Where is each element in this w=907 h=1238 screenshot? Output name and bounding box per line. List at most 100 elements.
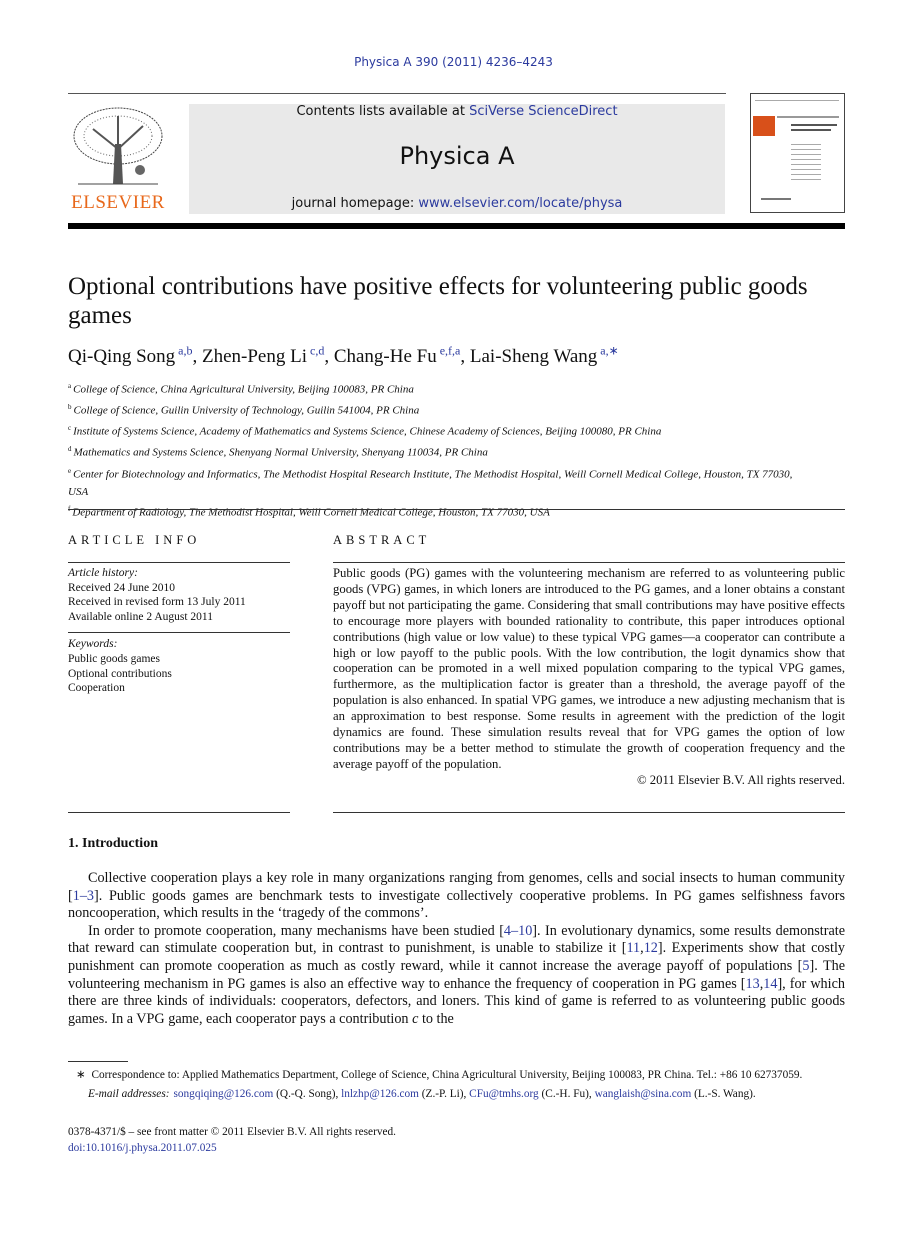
elsevier-logo: ELSEVIER <box>68 104 168 214</box>
contents-line: Contents lists available at SciVerse Sci… <box>189 104 725 119</box>
article-info-bottom-rule <box>68 812 290 813</box>
text-segment: to the <box>418 1010 454 1027</box>
email-addresses: E-mail addresses: songqiqing@126.com (Q.-… <box>68 1086 845 1102</box>
affiliation: a College of Science, China Agricultural … <box>68 378 808 399</box>
author-separator: , <box>324 346 334 368</box>
paragraph: Collective cooperation plays a key role … <box>68 870 845 923</box>
article-info-rule <box>68 562 290 563</box>
author-name: Qi-Qing Song <box>68 346 176 368</box>
homepage-prefix: journal homepage: <box>291 196 419 211</box>
footnote-rule <box>68 1061 128 1062</box>
affiliations: a College of Science, China Agricultural … <box>68 378 808 522</box>
header-thick-rule <box>68 223 845 229</box>
email-owner: (Z.-P. Li), <box>418 1088 470 1100</box>
history-received: Received 24 June 2010 <box>68 581 175 594</box>
affiliation-key: a <box>68 382 72 390</box>
homepage-line: journal homepage: www.elsevier.com/locat… <box>189 196 725 211</box>
affiliation-key: d <box>68 445 72 454</box>
paragraph: In order to promote cooperation, many me… <box>68 923 845 1029</box>
author-separator: , <box>192 346 202 368</box>
affiliation-text: Mathematics and Systems Science, Shenyan… <box>73 447 488 460</box>
journal-banner: Contents lists available at SciVerse Sci… <box>189 104 725 214</box>
author: Lai-Sheng Wang a,∗ <box>469 344 619 368</box>
abstract-text: Public goods (PG) games with the volunte… <box>333 566 845 771</box>
reference-link[interactable]: 5 <box>802 958 809 974</box>
journal-cover-thumbnail <box>750 93 845 213</box>
reference-link[interactable]: 12 <box>644 940 658 956</box>
author: Chang-He Fu e,f,a, <box>333 344 470 368</box>
star-mark: ∗ <box>76 1069 86 1081</box>
author-name: Zhen-Peng Li <box>201 346 307 368</box>
keywords-rule <box>68 632 290 634</box>
affiliation-text: Institute of Systems Science, Academy of… <box>73 425 662 438</box>
author-affiliation-marks[interactable]: a,∗ <box>600 344 618 358</box>
homepage-link[interactable]: www.elsevier.com/locate/physa <box>418 196 622 211</box>
front-matter-text: 0378-4371/$ – see front matter © 2011 El… <box>68 1126 396 1138</box>
email-link[interactable]: CFu@tmhs.org <box>469 1088 539 1100</box>
email-link[interactable]: songqiqing@126.com <box>173 1088 273 1100</box>
affiliation-text: College of Science, Guilin University of… <box>73 404 420 417</box>
author-separator: , <box>460 346 470 368</box>
keywords-label: Keywords: <box>68 638 118 651</box>
email-owner: (L.-S. Wang). <box>691 1088 756 1100</box>
tree-icon <box>68 104 168 192</box>
reference-link[interactable]: 4–10 <box>504 923 532 939</box>
abstract-heading: ABSTRACT <box>333 533 431 547</box>
email-owner: (C.-H. Fu), <box>538 1088 595 1100</box>
introduction-heading: 1. Introduction <box>68 836 158 851</box>
article-info-heading: ARTICLE INFO <box>68 533 201 547</box>
affiliation-text: College of Science, China Agricultural U… <box>73 383 414 396</box>
history-label: Article history: <box>68 567 138 579</box>
elsevier-wordmark: ELSEVIER <box>71 192 165 213</box>
correspondence-note: ∗ Correspondence to: Applied Mathematics … <box>68 1067 845 1083</box>
keyword: Cooperation <box>68 682 125 695</box>
abstract: Public goods (PG) games with the volunte… <box>333 566 845 789</box>
affiliation: c Institute of Systems Science, Academy o… <box>68 420 808 441</box>
affiliation: e Center for Biotechnology and Informatic… <box>68 463 808 502</box>
journal-name: Physica A <box>399 142 515 170</box>
author: Zhen-Peng Li c,d, <box>201 344 334 368</box>
front-matter: 0378-4371/$ – see front matter © 2011 El… <box>68 1124 396 1156</box>
email-label: E-mail addresses: <box>88 1088 170 1100</box>
abstract-bottom-rule <box>333 812 845 813</box>
article-title: Optional contributions have positive eff… <box>68 273 808 329</box>
reference-link[interactable]: 1–3 <box>73 888 94 904</box>
affiliation-key: b <box>68 403 72 412</box>
affiliation-key: e <box>68 466 72 475</box>
email-owner: (Q.-Q. Song), <box>273 1088 342 1100</box>
doi-link[interactable]: doi:10.1016/j.physa.2011.07.025 <box>68 1140 396 1156</box>
author-affiliation-marks[interactable]: e,f,a <box>440 344 461 358</box>
author-affiliation-marks[interactable]: a,b <box>178 344 192 358</box>
footnotes: ∗ Correspondence to: Applied Mathematics … <box>68 1067 845 1102</box>
affiliation-key: c <box>68 424 72 433</box>
introduction-body: Collective cooperation plays a key role … <box>68 870 845 1028</box>
history-revised: Received in revised form 13 July 2011 <box>68 596 246 609</box>
text-segment: ]. Public goods games are benchmark test… <box>68 887 845 922</box>
author-name: Lai-Sheng Wang <box>469 346 598 368</box>
abstract-rule <box>333 562 845 563</box>
email-link[interactable]: wanglaish@sina.com <box>595 1088 692 1100</box>
sciencedirect-link[interactable]: SciVerse ScienceDirect <box>469 104 617 119</box>
affiliation-text: Center for Biotechnology and Informatics… <box>68 468 793 498</box>
reference-link[interactable]: 11 <box>626 940 640 956</box>
correspondence-text: Correspondence to: Applied Mathematics D… <box>91 1069 803 1081</box>
text-segment: In order to promote cooperation, many me… <box>88 922 504 939</box>
email-link[interactable]: lnlzhp@126.com <box>341 1088 419 1100</box>
contents-prefix: Contents lists available at <box>296 104 470 119</box>
author-name: Chang-He Fu <box>333 346 437 368</box>
journal-citation[interactable]: Physica A 390 (2011) 4236–4243 <box>0 55 907 69</box>
keyword: Optional contributions <box>68 667 172 680</box>
header-rule <box>68 93 726 94</box>
history-online: Available online 2 August 2011 <box>68 610 214 623</box>
reference-link[interactable]: 14 <box>763 976 777 992</box>
author: Qi-Qing Song a,b, <box>68 344 202 368</box>
author-affiliation-marks[interactable]: c,d <box>310 344 324 358</box>
article-info: Article history: Received 24 June 2010 R… <box>68 566 290 696</box>
section-rule <box>68 509 845 510</box>
affiliation: fDepartment of Radiology, The Methodist … <box>68 501 808 522</box>
affiliation: b College of Science, Guilin University o… <box>68 399 808 420</box>
cover-logo-block <box>753 116 775 136</box>
abstract-copyright: © 2011 Elsevier B.V. All rights reserved… <box>636 772 845 787</box>
keyword: Public goods games <box>68 652 160 665</box>
reference-link[interactable]: 13 <box>746 976 760 992</box>
